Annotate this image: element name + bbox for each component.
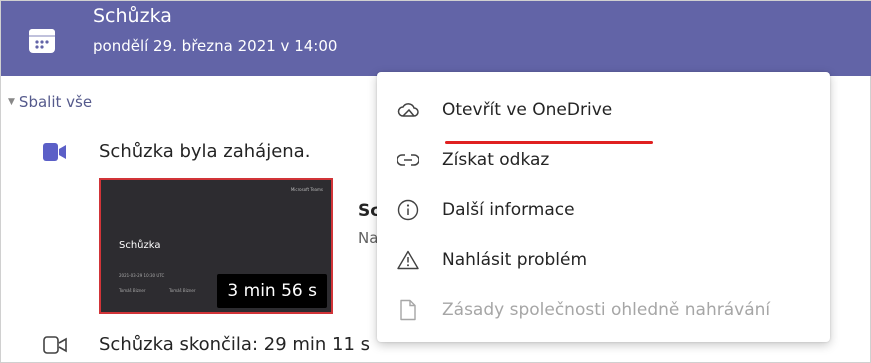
- menu-item-more-info[interactable]: Další informace: [377, 185, 830, 235]
- menu-item-report-problem[interactable]: Nahlásit problém: [377, 235, 830, 285]
- menu-item-label: Další informace: [442, 200, 575, 220]
- recording-participant: Tomáš Bizner: [169, 288, 196, 293]
- video-camera-off-icon: [42, 334, 68, 356]
- triangle-down-icon: ▼: [8, 97, 15, 107]
- document-icon: [396, 298, 420, 322]
- meeting-header: Schůzka pondělí 29. března 2021 v 14:00: [1, 1, 871, 76]
- menu-item-get-link[interactable]: Získat odkaz: [377, 135, 830, 185]
- recording-duration-badge: 3 min 56 s: [217, 274, 327, 308]
- menu-item-label: Získat odkaz: [442, 150, 550, 170]
- link-icon: [396, 148, 420, 172]
- menu-item-label: Otevřít ve OneDrive: [442, 100, 613, 120]
- info-icon: [396, 198, 420, 222]
- calendar-icon: [28, 26, 56, 54]
- recording-thumbnail[interactable]: Microsoft Teams Schůzka 2021-03-29 10:30…: [99, 178, 333, 314]
- menu-item-open-onedrive[interactable]: Otevřít ve OneDrive: [377, 85, 830, 144]
- event-meeting-started: Schůzka byla zahájena.: [99, 141, 311, 162]
- menu-item-label: Nahlásit problém: [442, 250, 588, 270]
- video-camera-icon: [42, 141, 68, 163]
- collapse-all-button[interactable]: ▼ Sbalit vše: [8, 93, 92, 111]
- recording-subtitle-peek: Na: [358, 229, 379, 247]
- recording-brand: Microsoft Teams: [290, 187, 323, 192]
- context-menu: Otevřít ve OneDrive Získat odkaz Další i…: [377, 72, 830, 342]
- meeting-title: Schůzka: [93, 5, 172, 27]
- collapse-all-label: Sbalit vše: [18, 93, 93, 111]
- meeting-datetime: pondělí 29. března 2021 v 14:00: [93, 37, 338, 55]
- event-meeting-ended: Schůzka skončila: 29 min 11 s: [99, 334, 371, 355]
- recording-title: Schůzka: [119, 240, 161, 251]
- recording-date: 2021-03-29 10:30 UTC: [119, 273, 165, 278]
- warning-icon: [396, 248, 420, 272]
- menu-item-label: Zásady společnosti ohledně nahrávání: [442, 300, 771, 320]
- cloud-icon: [396, 98, 420, 122]
- recording-participant: Tomáš Bizner: [119, 288, 146, 293]
- menu-item-recording-policy: Zásady společnosti ohledně nahrávání: [377, 285, 830, 335]
